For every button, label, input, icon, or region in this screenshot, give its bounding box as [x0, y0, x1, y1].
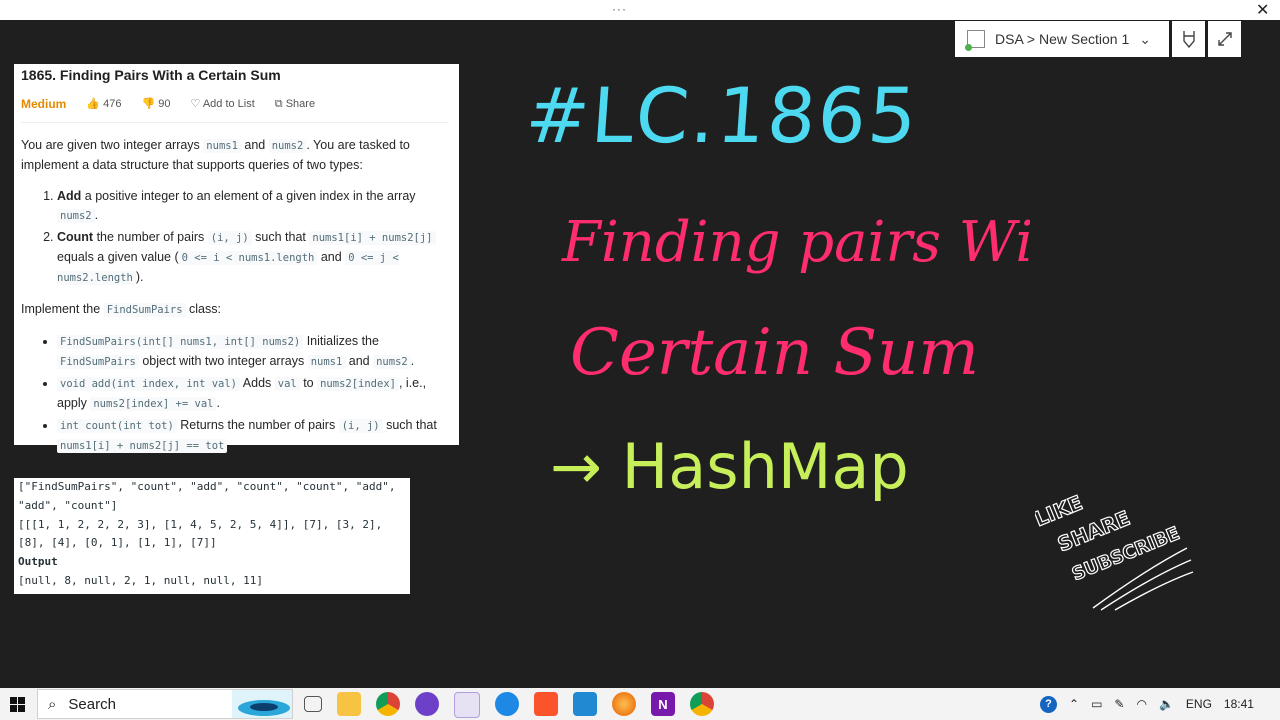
- heart-icon: ♡: [190, 98, 201, 110]
- clock[interactable]: 18:41: [1224, 697, 1254, 711]
- pinned-apps: N: [300, 692, 714, 718]
- close-icon[interactable]: ✕: [1256, 0, 1269, 20]
- chrome-icon[interactable]: [690, 692, 714, 716]
- handwritten-notes: #LC.1865 Finding pairs With Certain Sum …: [523, 71, 1030, 503]
- battery-icon[interactable]: ▭: [1091, 697, 1102, 711]
- share-label: Share: [285, 98, 316, 110]
- more-options-icon[interactable]: ···: [612, 2, 627, 16]
- paragraph: You are given two integer arrays nums1 a…: [21, 138, 410, 172]
- todo-icon[interactable]: [495, 692, 519, 716]
- query-types-list: Add a positive integer to an element of …: [21, 187, 451, 288]
- taskbar-search[interactable]: ⌕ Search: [37, 689, 293, 719]
- problem-description: You are given two integer arrays nums1 a…: [21, 136, 451, 468]
- note-line-1: #LC.1865: [523, 71, 922, 160]
- difficulty-badge: Medium: [21, 97, 67, 111]
- divider: [21, 122, 449, 123]
- onenote-icon[interactable]: N: [651, 692, 675, 716]
- search-label: Search: [68, 695, 116, 713]
- firefox-icon[interactable]: [612, 692, 636, 716]
- search-highlight-art: [232, 690, 292, 718]
- example-output: [null, 8, null, 2, 1, null, null, 11]: [18, 573, 264, 587]
- output-label: Output: [18, 555, 58, 569]
- problem-meta: Medium 👍 476 👎 90 ♡ Add to List ⧉ Share: [21, 95, 315, 114]
- thumbs-down-icon: 👎: [141, 98, 156, 110]
- pen-icon[interactable]: [1172, 21, 1205, 57]
- task-view-icon[interactable]: [304, 696, 322, 712]
- list-item: FindSumPairs(int[] nums1, int[] nums2) I…: [57, 332, 451, 372]
- methods-list: FindSumPairs(int[] nums1, int[] nums2) I…: [21, 332, 451, 456]
- taskbar: ⌕ Search N ? ⌃ ▭ ✎ ◠ 🔈 ENG 18:41 ▢: [0, 688, 1280, 720]
- help-icon[interactable]: ?: [1040, 695, 1057, 713]
- brave-icon[interactable]: [534, 692, 558, 716]
- example-input: ["FindSumPairs", "count", "add", "count"…: [18, 480, 396, 550]
- chevron-up-icon[interactable]: ⌃: [1069, 697, 1079, 711]
- likes-count: 476: [103, 98, 122, 110]
- example-panel: ["FindSumPairs", "count", "add", "count"…: [14, 478, 410, 594]
- chrome-icon[interactable]: [376, 692, 400, 716]
- windows-start-icon[interactable]: [10, 697, 25, 712]
- volume-icon[interactable]: 🔈: [1159, 697, 1174, 711]
- list-item: int count(int tot) Returns the number of…: [57, 416, 451, 456]
- github-icon[interactable]: [415, 692, 439, 716]
- expand-icon[interactable]: [1208, 21, 1241, 57]
- file-explorer-icon[interactable]: [337, 692, 361, 716]
- notebook-nav: DSA > New Section 1 ⌄: [955, 21, 1241, 57]
- list-item: Count the number of pairs (i, j) such th…: [57, 228, 451, 288]
- problem-title: 1865. Finding Pairs With a Certain Sum: [21, 67, 281, 83]
- like-button[interactable]: 👍 476: [86, 95, 121, 114]
- dislike-button[interactable]: 👎 90: [141, 95, 170, 114]
- note-line-3: Certain Sum: [570, 316, 979, 390]
- share-button[interactable]: ⧉ Share: [275, 95, 315, 114]
- paragraph: Implement the FindSumPairs class:: [21, 302, 221, 317]
- dislikes-count: 90: [158, 98, 171, 110]
- note-line-2: Finding pairs With: [561, 210, 1030, 275]
- system-tray: ? ⌃ ▭ ✎ ◠ 🔈 ENG 18:41 ▢: [1040, 688, 1280, 720]
- add-to-list-button[interactable]: ♡ Add to List: [190, 95, 254, 114]
- language-indicator[interactable]: ENG: [1186, 697, 1212, 711]
- share-icon: ⧉: [274, 98, 283, 110]
- like-share-subscribe-sticker: LIKE SHARE SUBSCRIBE: [1035, 490, 1194, 611]
- section-label: DSA > New Section 1: [995, 31, 1130, 47]
- title-bar: ··· ✕: [0, 0, 1280, 20]
- paint-icon[interactable]: [454, 692, 480, 718]
- vscode-icon[interactable]: [573, 692, 597, 716]
- wifi-icon[interactable]: ◠: [1136, 697, 1146, 711]
- thumbs-up-icon: 👍: [86, 98, 101, 110]
- problem-panel: 1865. Finding Pairs With a Certain Sum M…: [14, 64, 459, 453]
- pen-icon[interactable]: ✎: [1114, 697, 1124, 711]
- list-item: void add(int index, int val) Adds val to…: [57, 374, 451, 414]
- chevron-down-icon: ⌄: [1139, 30, 1151, 47]
- section-breadcrumb[interactable]: DSA > New Section 1 ⌄: [955, 21, 1169, 57]
- note-line-4: → HashMap: [550, 430, 909, 503]
- list-item: Add a positive integer to an element of …: [57, 187, 451, 226]
- add-to-list-label: Add to List: [202, 98, 255, 110]
- search-icon: ⌕: [48, 695, 57, 713]
- notebook-icon: [965, 30, 985, 51]
